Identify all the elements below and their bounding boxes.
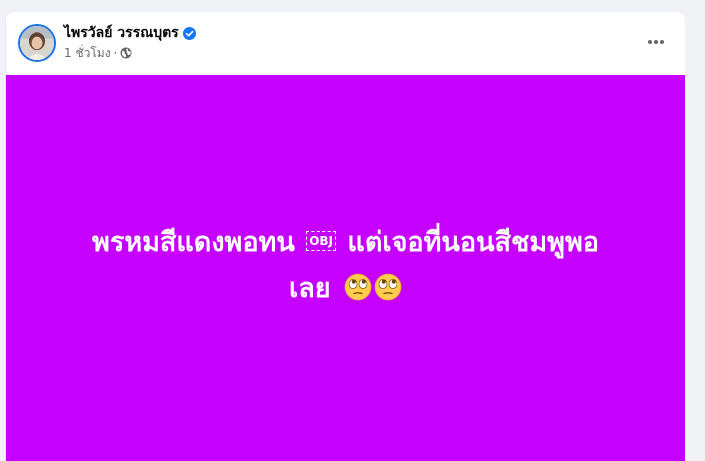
more-options-button[interactable] bbox=[641, 27, 671, 57]
post-text-part-1: พรหมสีแดงพอทน bbox=[92, 226, 295, 258]
avatar[interactable] bbox=[18, 24, 56, 62]
meta-separator: · bbox=[113, 46, 118, 60]
author-name[interactable]: ไพรวัลย์ วรรณบุตร bbox=[64, 24, 179, 42]
post-meta: 1 ชั่วโมง · bbox=[64, 45, 132, 61]
globe-icon[interactable] bbox=[120, 47, 132, 59]
face-with-rolling-eyes-icon bbox=[344, 273, 372, 301]
profile-photo-icon bbox=[20, 26, 54, 60]
author-line: ไพรวัลย์ วรรณบุตร bbox=[64, 24, 196, 42]
page-gutter bbox=[685, 0, 705, 461]
post-timestamp[interactable]: 1 ชั่วโมง bbox=[64, 45, 111, 61]
post-text-part-2: แต่เจอที่นอนสีชมพูพอ bbox=[347, 226, 599, 258]
face-with-rolling-eyes-icon bbox=[374, 273, 402, 301]
verified-badge-icon bbox=[182, 26, 196, 40]
post-text-line-2: เลย bbox=[288, 272, 331, 304]
post-text-background: พรหมสีแดงพอทน OBJ แต่เจอที่นอนสีชมพูพอ เ… bbox=[6, 75, 685, 461]
post-header: ไพรวัลย์ วรรณบุตร 1 ชั่วโมง · bbox=[6, 12, 685, 75]
post-text: พรหมสีแดงพอทน OBJ แต่เจอที่นอนสีชมพูพอ เ… bbox=[41, 220, 651, 312]
more-horizontal-icon bbox=[648, 40, 664, 44]
object-placeholder-glyph: OBJ bbox=[306, 230, 337, 251]
post-card: ไพรวัลย์ วรรณบุตร 1 ชั่วโมง · พรหมสีแดงพ… bbox=[6, 12, 685, 461]
emoji-group bbox=[344, 273, 402, 301]
